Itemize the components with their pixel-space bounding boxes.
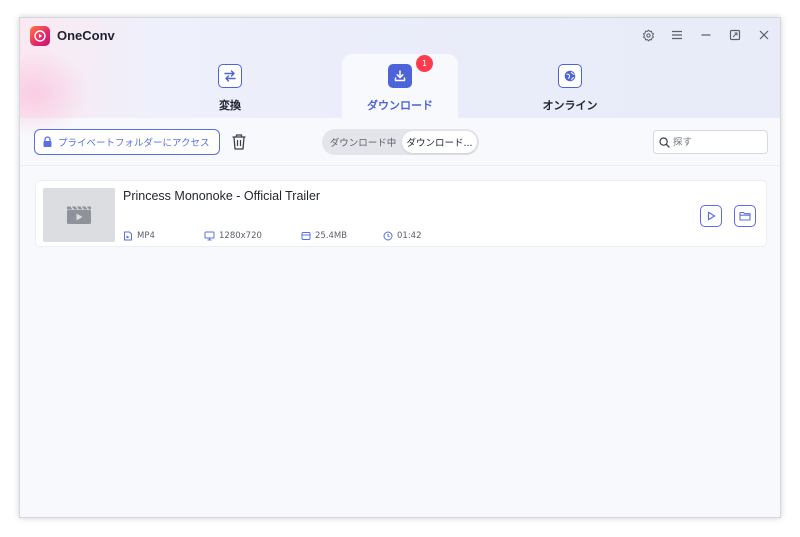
folder-icon <box>739 211 751 221</box>
format-text: MP4 <box>137 231 155 241</box>
convert-icon <box>218 64 242 88</box>
play-button[interactable] <box>700 205 722 227</box>
monitor-icon <box>204 231 215 241</box>
video-thumbnail <box>43 188 115 242</box>
close-icon[interactable] <box>756 27 772 43</box>
duration-text: 01:42 <box>397 231 422 241</box>
downloaded-tab[interactable]: ダウンロード... <box>402 131 477 153</box>
resolution-meta: 1280x720 <box>204 231 262 241</box>
title-bar: OneConv 変換 ダウンロード 1 オンライン <box>20 18 780 138</box>
tab-online[interactable]: オンライン <box>512 54 628 118</box>
tab-online-label: オンライン <box>542 99 598 112</box>
video-title: Princess Mononoke - Official Trailer <box>123 189 321 203</box>
lock-icon <box>43 136 52 147</box>
settings-icon[interactable] <box>640 27 656 43</box>
tab-convert[interactable]: 変換 <box>172 54 288 118</box>
video-placeholder-icon <box>67 206 91 224</box>
download-count-badge: 1 <box>416 55 433 72</box>
size-text: 25.4MB <box>315 231 348 241</box>
online-icon <box>558 64 582 88</box>
toolbar: プライベートフォルダーにアクセス ダウンロード中 ダウンロード... <box>20 118 780 166</box>
search-icon <box>659 136 670 148</box>
download-status-toggle: ダウンロード中 ダウンロード... <box>322 129 479 155</box>
menu-icon[interactable] <box>669 27 685 43</box>
private-folder-label: プライベートフォルダーにアクセス <box>58 138 210 149</box>
maximize-icon[interactable] <box>727 27 743 43</box>
file-format-icon <box>124 231 132 241</box>
trash-icon[interactable] <box>229 131 249 153</box>
clock-icon <box>383 231 393 241</box>
tab-download-label: ダウンロード <box>367 99 433 112</box>
storage-icon <box>301 232 311 240</box>
downloading-tab[interactable]: ダウンロード中 <box>324 131 402 153</box>
resolution-text: 1280x720 <box>219 231 262 241</box>
app-logo-icon <box>30 26 50 46</box>
play-icon <box>707 211 716 221</box>
format-meta: MP4 <box>123 231 155 241</box>
app-window: OneConv 変換 ダウンロード 1 オンライン プライベートフォルダーにアク… <box>19 17 781 518</box>
download-icon <box>388 64 412 88</box>
search-input[interactable] <box>673 136 759 148</box>
private-folder-button[interactable]: プライベートフォルダーにアクセス <box>34 129 220 155</box>
minimize-icon[interactable] <box>698 27 714 43</box>
duration-meta: 01:42 <box>383 231 422 241</box>
download-item: Princess Mononoke - Official Trailer MP4… <box>35 180 767 247</box>
search-box <box>653 130 768 154</box>
open-folder-button[interactable] <box>734 205 756 227</box>
tab-download[interactable]: ダウンロード 1 <box>342 54 458 118</box>
app-title: OneConv <box>57 28 115 43</box>
size-meta: 25.4MB <box>301 231 347 241</box>
tab-convert-label: 変換 <box>219 99 241 112</box>
